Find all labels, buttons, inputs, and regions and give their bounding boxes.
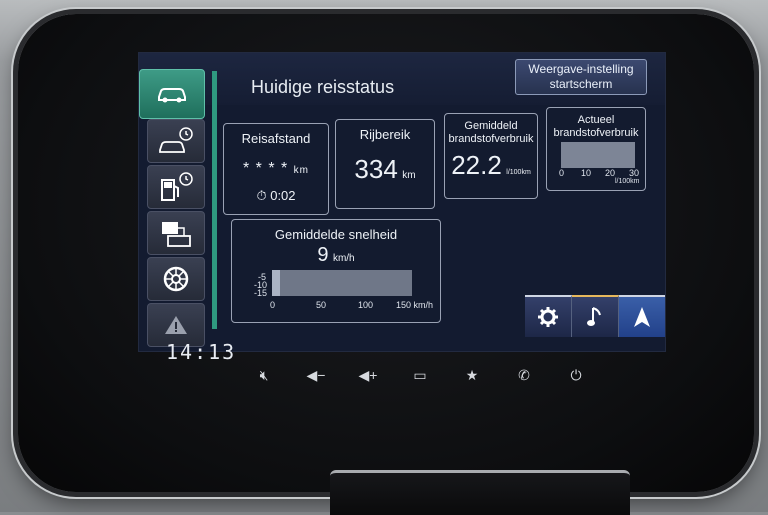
music-button[interactable] xyxy=(572,295,619,337)
cur-consumption-title-line1: Actueel xyxy=(577,114,615,126)
tab-engine-diagnostics[interactable] xyxy=(147,211,205,255)
volume-up-button[interactable]: ◀+ xyxy=(354,363,382,387)
speed-xtick-150: 150 km/h xyxy=(396,300,434,310)
home-screen-settings-button[interactable]: Weergave-instelling startscherm xyxy=(515,59,647,95)
cur-tick-0: 0 xyxy=(559,168,565,178)
cur-tick-10: 10 xyxy=(581,168,592,178)
driving-range-unit: km xyxy=(402,170,416,181)
speed-ytick-3: -15 xyxy=(254,288,268,298)
driving-range-card: Rijbereik 334 km xyxy=(335,119,435,209)
volume-up-icon: ◀+ xyxy=(358,366,378,383)
car-icon xyxy=(158,88,186,103)
clock-display: 14:13 xyxy=(166,340,237,364)
favorite-star-icon: ★ xyxy=(465,366,479,383)
music-note-icon xyxy=(587,307,601,326)
volume-down-button[interactable]: ◀− xyxy=(302,363,330,387)
tab-trip-status[interactable] xyxy=(139,69,205,119)
average-speed-gauge xyxy=(272,270,412,296)
average-fuel-consumption-card: Gemiddeld brandstofverbruik 22.2 l/100km xyxy=(444,113,538,199)
cur-consumption-title-line2: brandstofverbruik xyxy=(553,127,639,139)
avg-consumption-title-line2: brandstofverbruik xyxy=(448,133,534,145)
average-speed-unit: km/h xyxy=(332,253,355,264)
header-button-line1: Weergave-instelling xyxy=(528,62,634,76)
navigation-button[interactable] xyxy=(619,295,665,337)
power-button[interactable]: ⏻ xyxy=(562,363,590,387)
driving-range-value: 334 xyxy=(354,154,398,184)
trip-distance-value: * * * * xyxy=(242,160,289,177)
mute-icon: 🔇︎ xyxy=(259,366,269,383)
side-tab-bar xyxy=(139,69,217,351)
current-fuel-consumption-card: Actueel brandstofverbruik 0 10 20 30 l/1… xyxy=(546,107,646,191)
volume-down-icon: ◀− xyxy=(306,366,326,383)
tab-tire-pressure[interactable] xyxy=(147,257,205,301)
active-tab-rail xyxy=(212,71,217,329)
engine-diagnostics-icon xyxy=(162,222,191,247)
tab-fuel-history[interactable] xyxy=(147,165,205,209)
trip-distance-card: Reisafstand * * * * km ⏱ 0:02 xyxy=(223,123,329,215)
driving-range-title: Rijbereik xyxy=(359,127,411,142)
avg-consumption-title-line1: Gemiddeld xyxy=(464,120,518,132)
tab-trip-history[interactable] xyxy=(147,119,205,163)
settings-button[interactable] xyxy=(525,295,572,337)
settings-gear-icon xyxy=(538,307,558,327)
average-speed-gauge-fill xyxy=(272,270,280,296)
avg-consumption-value: 22.2 xyxy=(451,150,502,180)
phone-icon: ✆ xyxy=(518,366,530,383)
favorite-button[interactable]: ★ xyxy=(458,363,486,387)
air-vent xyxy=(330,470,630,515)
infotainment-screen: Huidige reisstatus Weergave-instelling s… xyxy=(138,52,666,352)
hardware-button-row: 🔇︎ ◀− ◀+ ▭ ★ ✆ ⏻ xyxy=(250,360,590,390)
fuel-clock-icon xyxy=(161,172,193,201)
trip-distance-title: Reisafstand xyxy=(241,131,311,146)
stopwatch-icon: ⏱ xyxy=(256,188,267,203)
car-clock-icon xyxy=(159,127,193,153)
avg-consumption-unit: l/100km xyxy=(506,169,531,176)
average-speed-card: Gemiddelde snelheid 9 km/h -5 -10 -15 0 … xyxy=(231,219,441,323)
phone-button[interactable]: ✆ xyxy=(510,363,538,387)
trip-distance-unit: km xyxy=(293,165,310,176)
screen-icon: ▭ xyxy=(413,366,427,383)
speed-xtick-0: 0 xyxy=(270,300,276,310)
header-button-line2: startscherm xyxy=(549,77,613,91)
screen-button[interactable]: ▭ xyxy=(406,363,434,387)
mute-button[interactable]: 🔇︎ xyxy=(250,363,278,387)
current-consumption-gauge xyxy=(561,142,635,168)
navigation-arrow-icon xyxy=(634,307,650,327)
tire-icon xyxy=(163,266,189,292)
power-icon: ⏻ xyxy=(570,366,582,383)
cur-consumption-unit: l/100km xyxy=(615,178,640,185)
app-bar xyxy=(525,295,665,337)
speed-xtick-50: 50 xyxy=(316,300,327,310)
page-title: Huidige reisstatus xyxy=(251,77,395,97)
warning-icon xyxy=(165,316,187,334)
cur-tick-20: 20 xyxy=(605,168,616,178)
average-speed-value: 9 xyxy=(317,244,329,266)
speed-xtick-100: 100 xyxy=(358,300,374,310)
trip-time-value: 0:02 xyxy=(270,188,296,203)
cur-tick-30: 30 xyxy=(629,168,640,178)
average-speed-title: Gemiddelde snelheid xyxy=(274,227,398,242)
